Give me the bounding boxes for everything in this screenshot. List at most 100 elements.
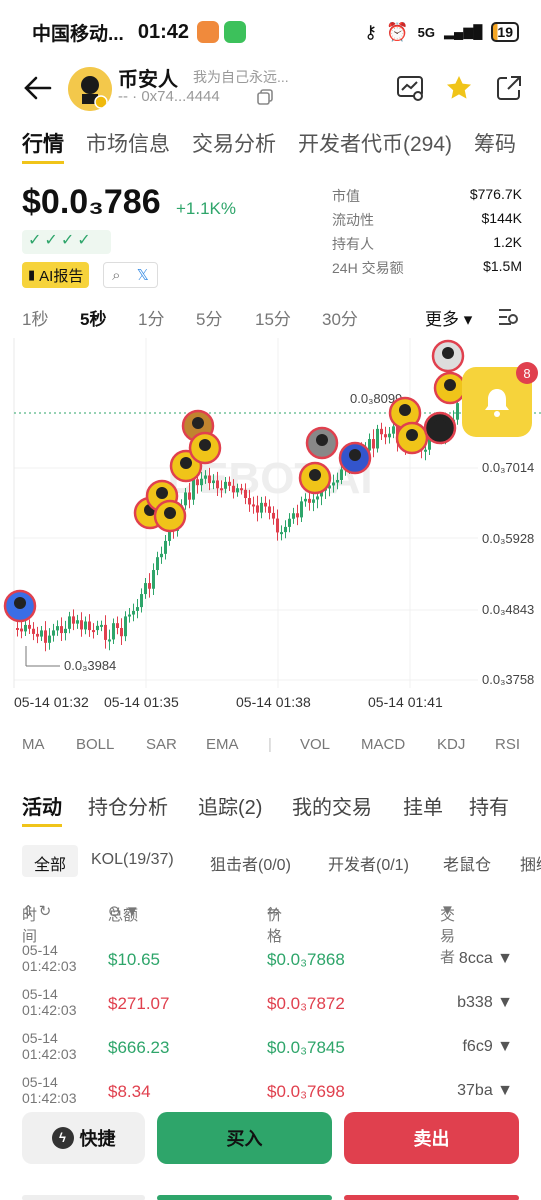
indicator-macd[interactable]: MACD xyxy=(361,736,405,753)
trade-row[interactable]: 05-14 01:42:03 $10.65 $0.0₃7868 8cca ▼ xyxy=(0,942,541,986)
search-icon[interactable]: ⌕ xyxy=(112,267,120,284)
trader-avatar-marker[interactable] xyxy=(395,421,429,455)
candle-body xyxy=(112,623,115,640)
stat-label: 市值 xyxy=(332,188,360,204)
sell-button[interactable]: 卖出 xyxy=(344,1112,519,1164)
tab-trade-analysis[interactable]: 交易分析 xyxy=(192,120,276,170)
trade-trader[interactable]: f6c9 ▼ xyxy=(462,1038,513,1056)
back-arrow-icon[interactable] xyxy=(22,72,54,104)
price-chart[interactable]: DEBOT.AI 0.0₃8099 0.0₃3984 0.0₃7014 0.0₃… xyxy=(0,338,541,723)
chart-settings-icon[interactable] xyxy=(496,305,520,329)
indicator-sar[interactable]: SAR xyxy=(146,736,177,753)
tab-market-info[interactable]: 市场信息 xyxy=(86,120,170,170)
chart-watch-icon[interactable] xyxy=(395,73,425,103)
filter-sniper[interactable]: 狙击者(0/0) xyxy=(210,851,291,875)
trade-price: $0.0₃7868 xyxy=(267,950,345,969)
candle-body xyxy=(304,498,307,502)
interval-15m[interactable]: 15分 xyxy=(255,305,291,330)
share-icon[interactable] xyxy=(494,73,524,103)
tab-holding-analysis[interactable]: 持仓分析 xyxy=(88,791,168,820)
filter-developer[interactable]: 开发者(0/1) xyxy=(328,851,409,875)
candle-body xyxy=(76,620,79,624)
candle-body xyxy=(204,475,207,479)
copy-icon[interactable] xyxy=(257,89,273,105)
trader-avatar-marker[interactable] xyxy=(431,339,465,373)
indicator-ma[interactable]: MA xyxy=(22,736,45,753)
tab-activity[interactable]: 活动 xyxy=(22,791,62,827)
carrier-label: 中国移动... xyxy=(32,23,124,45)
x-twitter-icon[interactable]: 𝕏 xyxy=(137,266,149,284)
trader-avatar-marker[interactable] xyxy=(188,431,222,465)
interval-5s[interactable]: 5秒 xyxy=(80,305,106,330)
tab-my-trades[interactable]: 我的交易 xyxy=(292,791,372,820)
security-checks[interactable]: ✓✓✓✓ xyxy=(22,230,111,254)
candle-body xyxy=(376,428,379,449)
candle-body xyxy=(136,607,139,611)
candle-body xyxy=(372,439,375,449)
col-trader[interactable]: 交易者 ▼ xyxy=(440,902,455,966)
trader-avatar-marker[interactable] xyxy=(433,371,467,405)
indicator-bar: MA BOLL SAR EMA | VOL MACD KDJ RSI xyxy=(0,734,541,760)
trader-avatar-marker[interactable] xyxy=(423,411,457,445)
trade-time: 01:42:03 xyxy=(22,958,77,974)
battery-indicator: 19 xyxy=(491,22,519,42)
interval-30m[interactable]: 30分 xyxy=(322,305,358,330)
filter-bundle[interactable]: 捆绑 xyxy=(520,851,541,875)
interval-1s[interactable]: 1秒 xyxy=(22,305,48,330)
col-amount[interactable]: 总额 ⊙ ▼ xyxy=(108,902,140,924)
filter-all[interactable]: 全部 xyxy=(22,845,79,877)
trade-price: $0.0₃7845 xyxy=(267,1038,345,1057)
trade-trader[interactable]: 8cca ▼ xyxy=(459,950,513,968)
candle-body xyxy=(424,449,427,452)
trade-amount: $271.07 xyxy=(108,994,170,1013)
interval-1m[interactable]: 1分 xyxy=(138,305,164,330)
trade-row[interactable]: 05-14 01:42:03 $666.23 $0.0₃7845 f6c9 ▼ xyxy=(0,1030,541,1074)
stat-value: $1.5M xyxy=(483,258,522,274)
tab-tracking[interactable]: 追踪(2) xyxy=(198,791,262,820)
indicator-vol[interactable]: VOL xyxy=(300,736,330,753)
candle-body xyxy=(40,630,43,637)
candle-body xyxy=(80,620,83,630)
candle-body xyxy=(56,626,59,631)
tab-dev-tokens[interactable]: 开发者代币(294) xyxy=(298,120,452,170)
trader-avatar-marker[interactable] xyxy=(305,426,339,460)
buy-button[interactable]: 买入 xyxy=(157,1112,332,1164)
trade-amount: $666.23 xyxy=(108,1038,170,1057)
trade-amount: $8.34 xyxy=(108,1082,151,1101)
ai-report-button[interactable]: ▮ AI报告 xyxy=(22,262,90,288)
indicator-boll[interactable]: BOLL xyxy=(76,736,114,753)
quick-trade-button[interactable]: ϟ 快捷 xyxy=(22,1112,145,1164)
candle-body xyxy=(312,499,315,503)
trade-trader[interactable]: 37ba ▼ xyxy=(457,1082,513,1100)
tab-market[interactable]: 行情 xyxy=(22,120,64,164)
col-time[interactable]: 时间 ⇕ ↻ xyxy=(22,902,51,945)
tab-chips[interactable]: 筹码 xyxy=(474,120,516,170)
trade-row[interactable]: 05-14 01:42:03 $271.07 $0.0₃7872 b338 ▼ xyxy=(0,986,541,1030)
y-axis-label: 0.0₃4843 xyxy=(482,602,534,617)
candle-body xyxy=(216,480,219,489)
tab-orders[interactable]: 挂单 xyxy=(403,791,443,820)
tab-holders[interactable]: 持有 xyxy=(469,791,509,820)
col-price-label: 价格 xyxy=(267,907,283,945)
candle-body xyxy=(232,485,235,493)
filter-kol[interactable]: KOL(19/37) xyxy=(91,851,174,869)
candle-body xyxy=(16,628,19,630)
more-intervals-button[interactable]: 更多 ▾ xyxy=(425,305,472,330)
filter-insider[interactable]: 老鼠仓 xyxy=(443,851,491,875)
indicator-kdj[interactable]: KDJ xyxy=(437,736,465,753)
trader-avatar-marker[interactable] xyxy=(338,441,372,475)
indicator-ema[interactable]: EMA xyxy=(206,736,239,753)
signal-icon: ▂▄▆█ xyxy=(444,24,483,39)
favorite-star-icon[interactable] xyxy=(444,73,474,103)
trader-avatar-marker[interactable] xyxy=(153,499,187,533)
trade-trader[interactable]: b338 ▼ xyxy=(457,994,513,1012)
candle-body xyxy=(368,439,371,451)
trader-avatar-marker[interactable] xyxy=(298,461,332,495)
interval-5m[interactable]: 5分 xyxy=(196,305,222,330)
candle-body xyxy=(380,428,383,435)
col-price[interactable]: 价格 ⇋ xyxy=(267,902,282,945)
candle-body xyxy=(292,513,295,519)
low-price-label: 0.0₃3984 xyxy=(64,658,116,673)
indicator-rsi[interactable]: RSI xyxy=(495,736,520,753)
trader-avatar-marker[interactable] xyxy=(3,589,37,623)
